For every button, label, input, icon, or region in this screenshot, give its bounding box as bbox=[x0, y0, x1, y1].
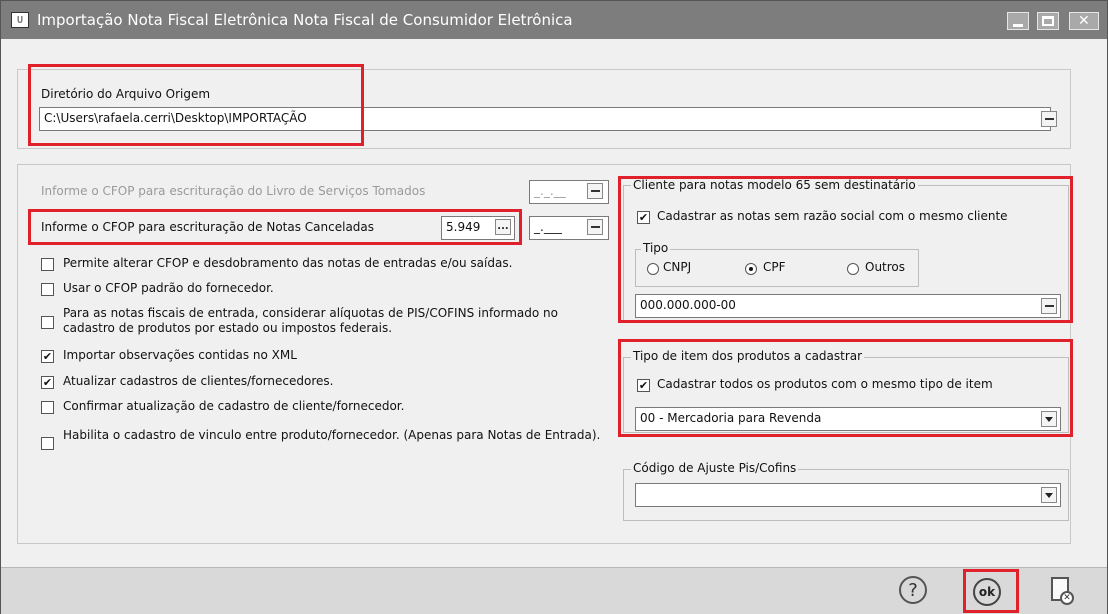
highlight-ok bbox=[963, 569, 1019, 613]
pis-cofins-select[interactable] bbox=[635, 483, 1061, 507]
source-dir-browse-button[interactable] bbox=[1041, 111, 1057, 127]
check-mark-icon: ✔ bbox=[42, 350, 53, 363]
highlight-item-type bbox=[618, 339, 1073, 437]
pis-cofins-dropdown-button[interactable] bbox=[1041, 487, 1057, 503]
exit-button[interactable]: ✕ bbox=[1051, 577, 1074, 605]
dash-icon bbox=[590, 226, 600, 228]
option-5-label: Confirmar atualização de cadastro de cli… bbox=[63, 399, 405, 413]
minimize-button[interactable] bbox=[1007, 12, 1029, 30]
option-2-checkbox[interactable] bbox=[41, 316, 54, 329]
help-icon: ? bbox=[908, 579, 918, 601]
minimize-icon bbox=[1013, 24, 1023, 27]
pis-cofins-legend: Código de Ajuste Pis/Cofins bbox=[631, 461, 799, 475]
option-1-checkbox[interactable] bbox=[41, 283, 54, 296]
close-button[interactable]: ✕ bbox=[1069, 12, 1099, 30]
import-nfe-window: U Importação Nota Fiscal Eletrônica Nota… bbox=[0, 0, 1108, 614]
footer-bar bbox=[1, 567, 1107, 614]
highlight-client65 bbox=[618, 176, 1073, 323]
option-5-checkbox[interactable] bbox=[41, 401, 54, 414]
highlight-source-dir bbox=[28, 64, 364, 146]
app-icon-letter: U bbox=[16, 14, 24, 26]
help-button[interactable]: ? bbox=[899, 576, 927, 604]
cfop-canceled-extra-browse-button[interactable] bbox=[587, 219, 603, 235]
dash-icon bbox=[1044, 118, 1054, 120]
option-4-checkbox[interactable]: ✔ bbox=[41, 376, 54, 389]
option-2-label: Para as notas fiscais de entrada, consid… bbox=[63, 306, 558, 335]
option-6-label: Habilita o cadastro de vinculo entre pro… bbox=[63, 428, 601, 442]
option-3-label: Importar observações contidas no XML bbox=[63, 348, 297, 362]
option-1-label: Usar o CFOP padrão do fornecedor. bbox=[63, 281, 274, 295]
highlight-cfop-canceled bbox=[28, 209, 522, 245]
option-0-label: Permite alterar CFOP e desdobramento das… bbox=[63, 256, 513, 270]
close-icon: ✕ bbox=[1078, 13, 1090, 29]
title-bar: U Importação Nota Fiscal Eletrônica Nota… bbox=[1, 1, 1107, 39]
option-6-checkbox[interactable] bbox=[41, 437, 54, 450]
chevron-down-icon bbox=[1045, 492, 1053, 498]
maximize-button[interactable] bbox=[1037, 12, 1059, 30]
option-3-checkbox[interactable]: ✔ bbox=[41, 350, 54, 363]
maximize-icon bbox=[1042, 16, 1054, 26]
dash-icon bbox=[590, 190, 600, 192]
cfop-services-browse-button[interactable] bbox=[587, 183, 603, 199]
window-title: Importação Nota Fiscal Eletrônica Nota F… bbox=[37, 11, 573, 29]
option-4-label: Atualizar cadastros de clientes/forneced… bbox=[63, 374, 334, 388]
exit-icon: ✕ bbox=[1060, 591, 1074, 605]
option-0-checkbox[interactable] bbox=[41, 258, 54, 271]
check-mark-icon: ✔ bbox=[42, 376, 53, 389]
app-icon: U bbox=[11, 12, 29, 28]
cfop-services-label: Informe o CFOP para escrituração do Livr… bbox=[41, 184, 426, 198]
